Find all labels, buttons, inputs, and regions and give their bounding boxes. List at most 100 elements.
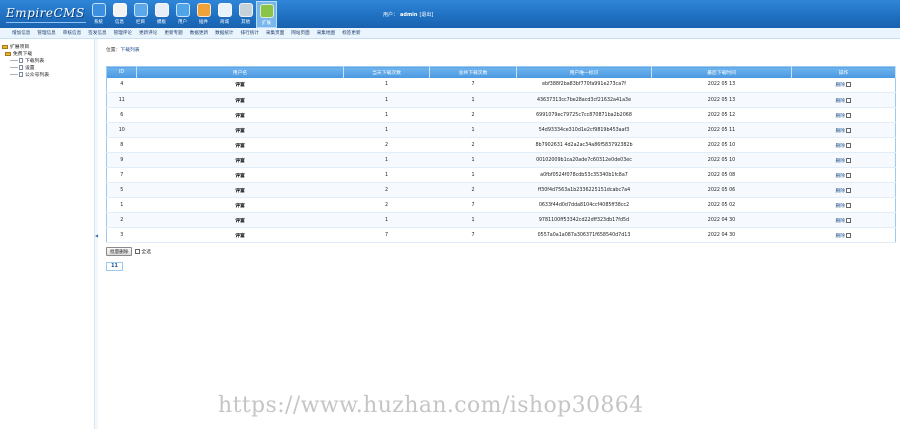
nav-item-column[interactable]: 栏目 [130,1,151,28]
nav-item-plugin[interactable]: 插件 [193,1,214,28]
subnav-item[interactable]: 更新评论 [139,30,157,36]
subnav-item[interactable]: 更新专题 [164,30,182,36]
cell-last: 2022 05 10 [651,152,792,168]
cell-last: 2022 05 02 [651,197,792,213]
subnav-item[interactable]: 增加信息 [12,30,30,36]
delete-link[interactable]: 删除 [835,234,845,239]
subnav-item[interactable]: 排行统计 [241,30,259,36]
nav-label: 栏目 [136,20,145,25]
row-checkbox[interactable] [846,82,852,88]
nav-item-user[interactable]: 用户 [172,1,193,28]
delete-link[interactable]: 删除 [835,189,845,194]
download-table: ID 用户名 当天下载次数 总共下载次数 用户唯一标识 最后下载时间 操作 4 评富 1 7 ebf… [106,66,896,243]
cell-username: 评富 [136,182,344,198]
row-checkbox[interactable] [846,217,852,223]
template-icon [154,3,169,17]
delete-link[interactable]: 删除 [835,174,845,179]
nav-item-shop[interactable]: 商城 [214,1,235,28]
cell-username: 评富 [136,107,344,123]
nav-item-other[interactable]: 其他 [235,1,256,28]
cell-last: 2022 05 13 [651,92,792,108]
delete-link[interactable]: 删除 [835,114,845,119]
nav-label: 模板 [157,20,166,25]
row-checkbox[interactable] [846,202,852,208]
logout-link[interactable]: [退出] [419,12,433,18]
subnav-item[interactable]: 管理信息 [37,30,55,36]
delete-link[interactable]: 删除 [835,99,845,104]
breadcrumb-link[interactable]: 下载列表 [120,48,139,53]
subnav-item[interactable]: 采集页面 [266,30,284,36]
cell-today: 7 [343,227,430,243]
cell-last: 2022 04 30 [651,227,792,243]
row-checkbox[interactable] [846,187,852,193]
column-header: 用户唯一标识 [516,66,652,78]
nav-item-extend[interactable]: 扩展 [256,1,277,28]
row-checkbox[interactable] [846,97,852,103]
main-nav: 系统 信息 栏目 模板 用户 插件 商城 其他 扩展 [88,1,277,28]
delete-link[interactable]: 删除 [835,144,845,149]
nav-item-template[interactable]: 模板 [151,1,172,28]
subnav-item[interactable]: 数据更新 [190,30,208,36]
subnav-item[interactable]: 网站页面 [291,30,309,36]
extend-icon [259,4,274,18]
breadcrumb: 位置：下载列表 [106,46,140,53]
delete-link[interactable]: 删除 [835,129,845,134]
cell-today: 1 [343,152,430,168]
cell-id: 6 [106,107,137,123]
delete-link[interactable]: 删除 [835,159,845,164]
cell-operation: 删除 [791,122,896,138]
cell-operation: 删除 [791,197,896,213]
cell-uid: 54d93334ce310d1e2cf9819b453aaf3 [516,122,652,138]
sidebar-splitter[interactable]: ◀ [94,39,98,429]
cell-today: 1 [343,167,430,183]
delete-link[interactable]: 删除 [835,219,845,224]
pager-current[interactable]: 11 [106,262,123,271]
cell-total: 2 [429,107,517,123]
tree-group[interactable]: 免费下载 [2,50,90,57]
subnav-item[interactable]: 签发信息 [88,30,106,36]
subnav-item[interactable]: 采集地图 [317,30,335,36]
tree-item-settings[interactable]: 设置 [2,64,90,71]
cell-today: 2 [343,182,430,198]
cell-total: 1 [429,152,517,168]
table-body: 4 评富 1 7 ebf388f2ba83bf770fa991e273ca7f 2022 … [106,77,896,243]
cell-uid: a0fbf0524f078cdb53c35340b1fc8a7 [516,167,652,183]
column-header: ID [106,66,137,78]
row-checkbox[interactable] [846,112,852,118]
tree-root[interactable]: 扩展项目 [2,43,90,50]
document-icon [19,72,23,77]
subnav-item[interactable]: 标签更新 [342,30,360,36]
empirecms-logo[interactable]: EmpireCMS [6,6,85,20]
nav-item-system[interactable]: 系统 [88,1,109,28]
table-row: 1 评富 2 7 0633f44d0d7dda8104ccf4085ff38cc2 202… [106,197,896,213]
batch-delete-button[interactable]: 批量删除 [106,247,133,256]
breadcrumb-prefix: 位置： [106,48,121,53]
tree-item-download-list[interactable]: 下载列表 [2,57,90,64]
cell-username: 评富 [136,197,344,213]
row-checkbox[interactable] [846,157,852,163]
row-checkbox[interactable] [846,142,852,148]
delete-link[interactable]: 删除 [835,83,845,88]
row-checkbox[interactable] [846,232,852,238]
collapse-arrow-icon[interactable]: ◀ [95,233,98,238]
cell-today: 1 [343,92,430,108]
nav-label: 系统 [94,20,103,25]
tree-item-wechat-list[interactable]: 公众号列表 [2,71,90,78]
row-checkbox[interactable] [846,127,852,133]
nav-label: 用户 [178,20,187,25]
delete-link[interactable]: 删除 [835,204,845,209]
table-row: 11 评富 1 1 43637313cc7be28acd3cf21632a41a3e 20… [106,92,896,108]
user-icon [175,3,190,17]
select-all-checkbox[interactable] [135,249,141,254]
cell-today: 1 [343,212,430,228]
row-checkbox[interactable] [846,172,852,178]
subnav-item[interactable]: 数据统计 [215,30,233,36]
nav-item-info[interactable]: 信息 [109,1,130,28]
document-icon [19,65,23,70]
subnav-item[interactable]: 审核信息 [63,30,81,36]
cell-uid: 8b7902631 4d2a2ac34a86f583792382b [516,137,652,153]
select-all[interactable]: 全选 [135,248,151,255]
cell-last: 2022 05 11 [651,122,792,138]
subnav-item[interactable]: 管理评论 [114,30,132,36]
cell-uid: 6991079ec79725c7cc870871ba2b2068 [516,107,652,123]
